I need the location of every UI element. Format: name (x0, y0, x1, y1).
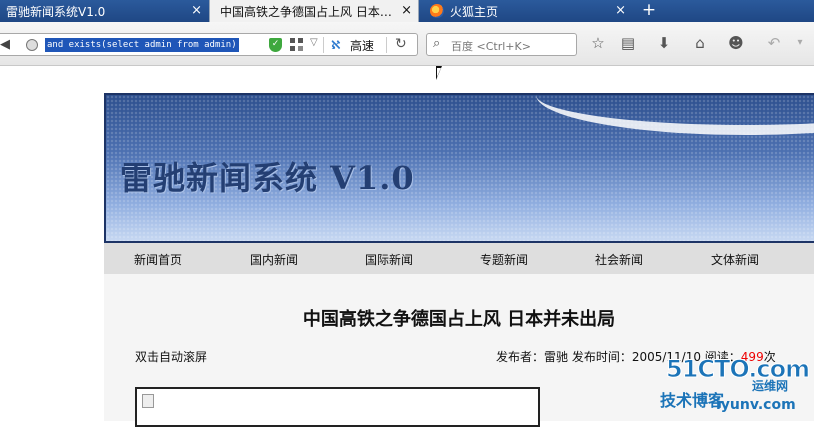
menu-item-culture-sports[interactable]: 文体新闻 (711, 251, 759, 268)
site-logo-title: 雷驰新闻系统 V1.0 (120, 159, 415, 197)
close-tab-icon[interactable]: × (191, 3, 202, 18)
tab-title: 雷驰新闻系统V1.0 (6, 4, 106, 19)
qr-code-icon[interactable] (290, 38, 303, 51)
watermark: 51CTO.com 运维网 技术博客 iyunv.com (660, 355, 811, 419)
menu-item-home[interactable]: 新闻首页 (134, 251, 182, 268)
download-icon[interactable]: ⬇ (654, 33, 674, 53)
tab-strip: 雷驰新闻系统V1.0 × 中国高铁之争德国占上风 日本… × 火狐主页 × + (0, 0, 814, 22)
menu-item-society[interactable]: 社会新闻 (595, 251, 643, 268)
watermark-blog: 技术博客 (660, 391, 725, 410)
url-bar[interactable]: ◀ and exists(select admin from admin) ✓ … (0, 33, 418, 56)
tab-title: 火狐主页 (450, 4, 499, 19)
watermark-site: iyunv.com (716, 397, 796, 413)
more-dropdown-icon[interactable]: ▾ (790, 33, 810, 53)
broken-image-icon (142, 394, 154, 408)
close-tab-icon[interactable]: × (615, 3, 626, 18)
site-menu: 新闻首页 国内新闻 国际新闻 专题新闻 社会新闻 文体新闻 (104, 243, 814, 274)
new-tab-button[interactable]: + (640, 0, 658, 22)
page-margin (0, 67, 104, 421)
divider (323, 37, 324, 53)
chat-icon[interactable]: ☻ (726, 33, 746, 53)
tab-article[interactable]: 中国高铁之争德国占上风 日本… × (209, 0, 419, 22)
watermark-ops: 运维网 (752, 379, 789, 393)
home-icon[interactable]: ⌂ (690, 33, 710, 53)
divider (386, 37, 387, 53)
article-image-frame (135, 387, 540, 427)
url-input[interactable]: and exists(select admin from admin) (45, 38, 239, 52)
back-button-icon[interactable]: ◀ (0, 37, 20, 53)
bookmark-star-icon[interactable]: ☆ (588, 33, 608, 53)
close-tab-icon[interactable]: × (401, 3, 412, 18)
shield-icon[interactable]: ✓ (269, 38, 282, 52)
speed-mode-icon[interactable]: ℵ (331, 38, 341, 52)
tab-firefox-home[interactable]: 火狐主页 × (420, 0, 632, 22)
tab-leichi-news[interactable]: 雷驰新闻系统V1.0 × (0, 0, 208, 22)
search-icon: ⌕ (433, 36, 441, 51)
firefox-icon (430, 4, 444, 18)
chevron-down-icon[interactable]: ▽ (310, 37, 318, 48)
reading-list-icon[interactable]: ▤ (618, 33, 638, 53)
undo-icon[interactable]: ↶ (764, 33, 784, 53)
site-banner: 雷驰新闻系统 V1.0 (104, 93, 814, 243)
tab-title: 中国高铁之争德国占上风 日本… (220, 4, 392, 19)
menu-item-international[interactable]: 国际新闻 (365, 251, 413, 268)
speed-mode-label[interactable]: 高速 (350, 37, 374, 54)
reload-icon[interactable]: ↻ (395, 36, 407, 52)
globe-icon (26, 39, 38, 51)
auto-scroll-hint[interactable]: 双击自动滚屏 (135, 348, 207, 365)
menu-item-domestic[interactable]: 国内新闻 (250, 251, 298, 268)
search-input[interactable]: ⌕ 百度 <Ctrl+K> (426, 33, 577, 56)
mouse-cursor-fill (437, 68, 441, 77)
menu-item-special[interactable]: 专题新闻 (480, 251, 528, 268)
search-placeholder: 百度 <Ctrl+K> (451, 40, 531, 53)
article-title: 中国高铁之争德国占上风 日本并未出局 (302, 309, 616, 330)
